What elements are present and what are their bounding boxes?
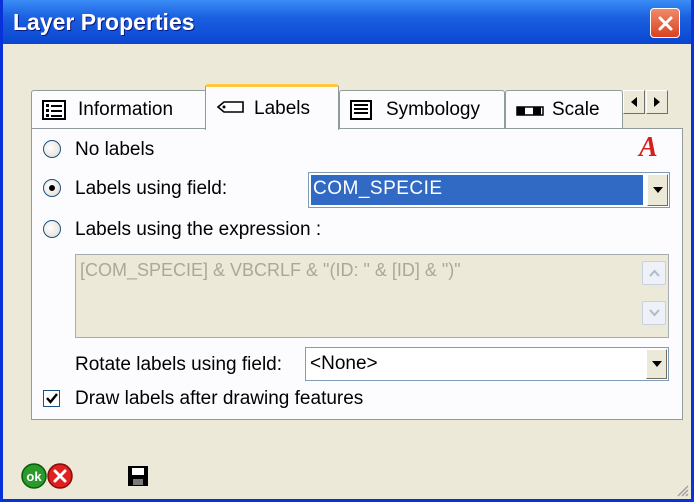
rotate-field-dropdown-button[interactable] bbox=[646, 349, 667, 379]
tab-scroll-left-button[interactable] bbox=[623, 90, 645, 114]
radio-selected-dot bbox=[49, 185, 55, 191]
save-icon[interactable] bbox=[127, 465, 149, 487]
title-bar[interactable]: Layer Properties bbox=[3, 0, 691, 44]
label-field-dropdown[interactable]: COM_SPECIE bbox=[308, 172, 670, 208]
tab-symbology[interactable]: Symbology bbox=[339, 90, 505, 128]
tab-symbology-label: Symbology bbox=[386, 99, 480, 120]
close-icon bbox=[658, 16, 673, 31]
window-title: Layer Properties bbox=[13, 9, 195, 35]
draw-labels-after-label: Draw labels after drawing features bbox=[75, 388, 364, 409]
ok-icon[interactable]: ok bbox=[21, 463, 47, 489]
tab-labels-label: Labels bbox=[254, 98, 310, 119]
rotate-field-dropdown[interactable]: <None> bbox=[305, 347, 669, 381]
resize-grip-icon[interactable] bbox=[675, 483, 689, 497]
chevron-down-icon bbox=[653, 187, 663, 193]
label-tag-icon bbox=[216, 101, 244, 113]
rotate-labels-label: Rotate labels using field: bbox=[75, 354, 283, 375]
arrow-left-icon bbox=[631, 97, 637, 107]
labels-using-expression-label: Labels using the expression : bbox=[75, 219, 322, 240]
rotate-field-value: <None> bbox=[310, 353, 378, 374]
checkmark-icon bbox=[46, 393, 58, 404]
tab-scroll-right-button[interactable] bbox=[646, 90, 668, 114]
tab-scale-label: Scale bbox=[552, 99, 600, 120]
chevron-down-icon bbox=[652, 361, 662, 367]
font-style-button[interactable]: A bbox=[639, 132, 658, 164]
no-labels-radio[interactable] bbox=[43, 140, 61, 158]
label-field-value: COM_SPECIE bbox=[313, 178, 443, 199]
tab-labels[interactable]: Labels bbox=[205, 84, 339, 130]
close-button[interactable] bbox=[650, 8, 680, 38]
chevron-down-icon bbox=[649, 309, 660, 317]
draw-labels-after-checkbox[interactable] bbox=[43, 390, 60, 407]
label-expression-text: [COM_SPECIE] & VBCRLF & "(ID: " & [ID] &… bbox=[80, 260, 461, 280]
tab-information-label: Information bbox=[78, 99, 174, 120]
expression-scroll-down-button[interactable] bbox=[642, 301, 666, 325]
chevron-up-icon bbox=[649, 269, 660, 277]
label-field-dropdown-button[interactable] bbox=[647, 174, 668, 206]
label-expression-textarea[interactable]: [COM_SPECIE] & VBCRLF & "(ID: " & [ID] &… bbox=[75, 254, 669, 338]
scale-icon bbox=[516, 106, 544, 116]
svg-text:ok: ok bbox=[26, 469, 42, 484]
arrow-right-icon bbox=[654, 97, 660, 107]
labels-using-field-label: Labels using field: bbox=[75, 178, 228, 199]
labels-using-expression-radio[interactable] bbox=[43, 220, 61, 238]
labels-using-field-radio[interactable] bbox=[43, 179, 61, 197]
info-list-icon bbox=[42, 100, 66, 120]
cancel-icon[interactable] bbox=[47, 463, 73, 489]
layer-properties-window: Layer Properties Information Labels Symb… bbox=[0, 0, 694, 502]
expression-scroll-up-button[interactable] bbox=[642, 261, 666, 285]
tab-scale[interactable]: Scale bbox=[505, 90, 623, 128]
tab-information[interactable]: Information bbox=[31, 90, 207, 128]
no-labels-label: No labels bbox=[75, 139, 155, 160]
symbology-icon bbox=[350, 100, 372, 120]
